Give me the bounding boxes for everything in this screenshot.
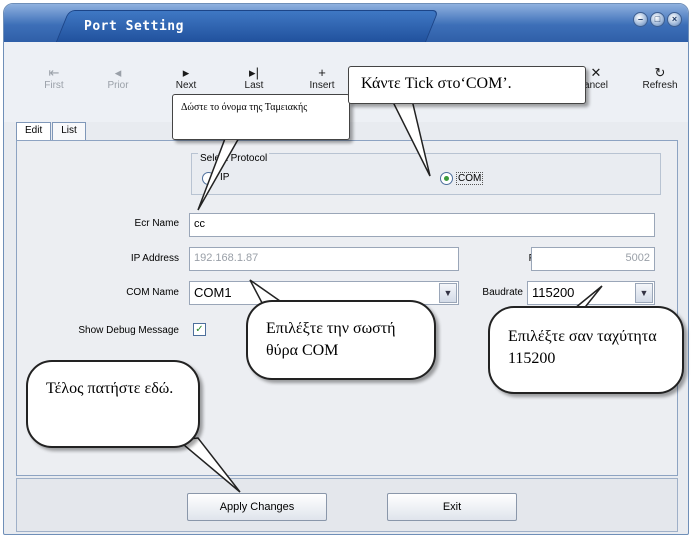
radio-ip[interactable] [202, 172, 215, 185]
prior-label: Prior [107, 80, 129, 91]
apply-changes-button[interactable]: Apply Changes [187, 493, 327, 521]
title-bar[interactable]: Port Setting – □ × [4, 4, 688, 44]
ecr-name-label: Ecr Name [134, 218, 179, 229]
next-icon: ▸ [182, 65, 190, 80]
debug-checkbox[interactable]: ✓ [193, 323, 206, 336]
radio-ip-label: IP [220, 172, 230, 183]
debug-label: Show Debug Message [78, 325, 179, 336]
com-name-value: COM1 [194, 285, 232, 300]
next-label: Next [175, 80, 197, 91]
protocol-group: Select Protocol IP COM [191, 153, 661, 195]
callout-com-port: Επιλέξτε την σωστή θύρα COM [246, 300, 436, 380]
radio-com[interactable] [440, 172, 453, 185]
baudrate-select[interactable]: 115200 ▼ [527, 281, 655, 305]
last-label: Last [244, 80, 264, 91]
plus-icon: + [318, 65, 326, 80]
first-button[interactable]: ⇤ First [28, 65, 80, 92]
first-icon: ⇤ [48, 65, 60, 80]
chevron-down-icon[interactable]: ▼ [635, 283, 653, 303]
baudrate-label: Baudrate [482, 287, 523, 298]
tab-list[interactable]: List [52, 122, 86, 140]
callout-baudrate: Επιλέξτε σαν ταχύτητα 115200 [488, 306, 684, 394]
com-name-label: COM Name [126, 287, 179, 298]
callout-name-hint: Δώστε το όνομα της Ταμειακής [172, 94, 350, 140]
port-setting-window: Port Setting – □ × ⇤ First ◂ Prior ▸ Nex… [3, 3, 689, 535]
tab-strip: Edit List [16, 122, 87, 140]
last-button[interactable]: ▸| Last [228, 65, 280, 92]
ecr-name-input[interactable]: cc [189, 213, 655, 237]
tab-edit[interactable]: Edit [16, 122, 52, 140]
callout-com-tick: Κάντε Tick στο‘COM’. [348, 66, 586, 104]
protocol-legend: Select Protocol [198, 153, 270, 164]
close-icon[interactable]: × [667, 12, 682, 27]
prior-icon: ◂ [114, 65, 122, 80]
refresh-icon: ↻ [654, 65, 666, 80]
minimize-icon[interactable]: – [633, 12, 648, 27]
ip-address-input[interactable]: 192.168.1.87 [189, 247, 459, 271]
ip-address-label: IP Address [130, 253, 179, 264]
bottom-bar: Apply Changes Exit [16, 478, 678, 532]
last-icon: ▸| [249, 65, 259, 80]
cancel-label: ancel [584, 80, 608, 91]
radio-com-label: COM [456, 172, 484, 185]
prior-button[interactable]: ◂ Prior [92, 65, 144, 92]
baudrate-value: 115200 [532, 285, 575, 300]
title-buttons: – □ × [633, 12, 682, 27]
port-input[interactable]: 5002 [531, 247, 655, 271]
refresh-label: Refresh [642, 80, 678, 91]
port-label: Port [427, 253, 547, 264]
window-title: Port Setting [84, 19, 184, 34]
next-button[interactable]: ▸ Next [160, 65, 212, 92]
exit-button[interactable]: Exit [387, 493, 517, 521]
first-label: First [44, 80, 64, 91]
callout-apply: Τέλος πατήστε εδώ. [26, 360, 200, 448]
maximize-icon[interactable]: □ [650, 12, 665, 27]
refresh-button[interactable]: ↻ Refresh [634, 65, 686, 92]
insert-button[interactable]: + Insert [296, 65, 348, 92]
insert-label: Insert [309, 80, 335, 91]
